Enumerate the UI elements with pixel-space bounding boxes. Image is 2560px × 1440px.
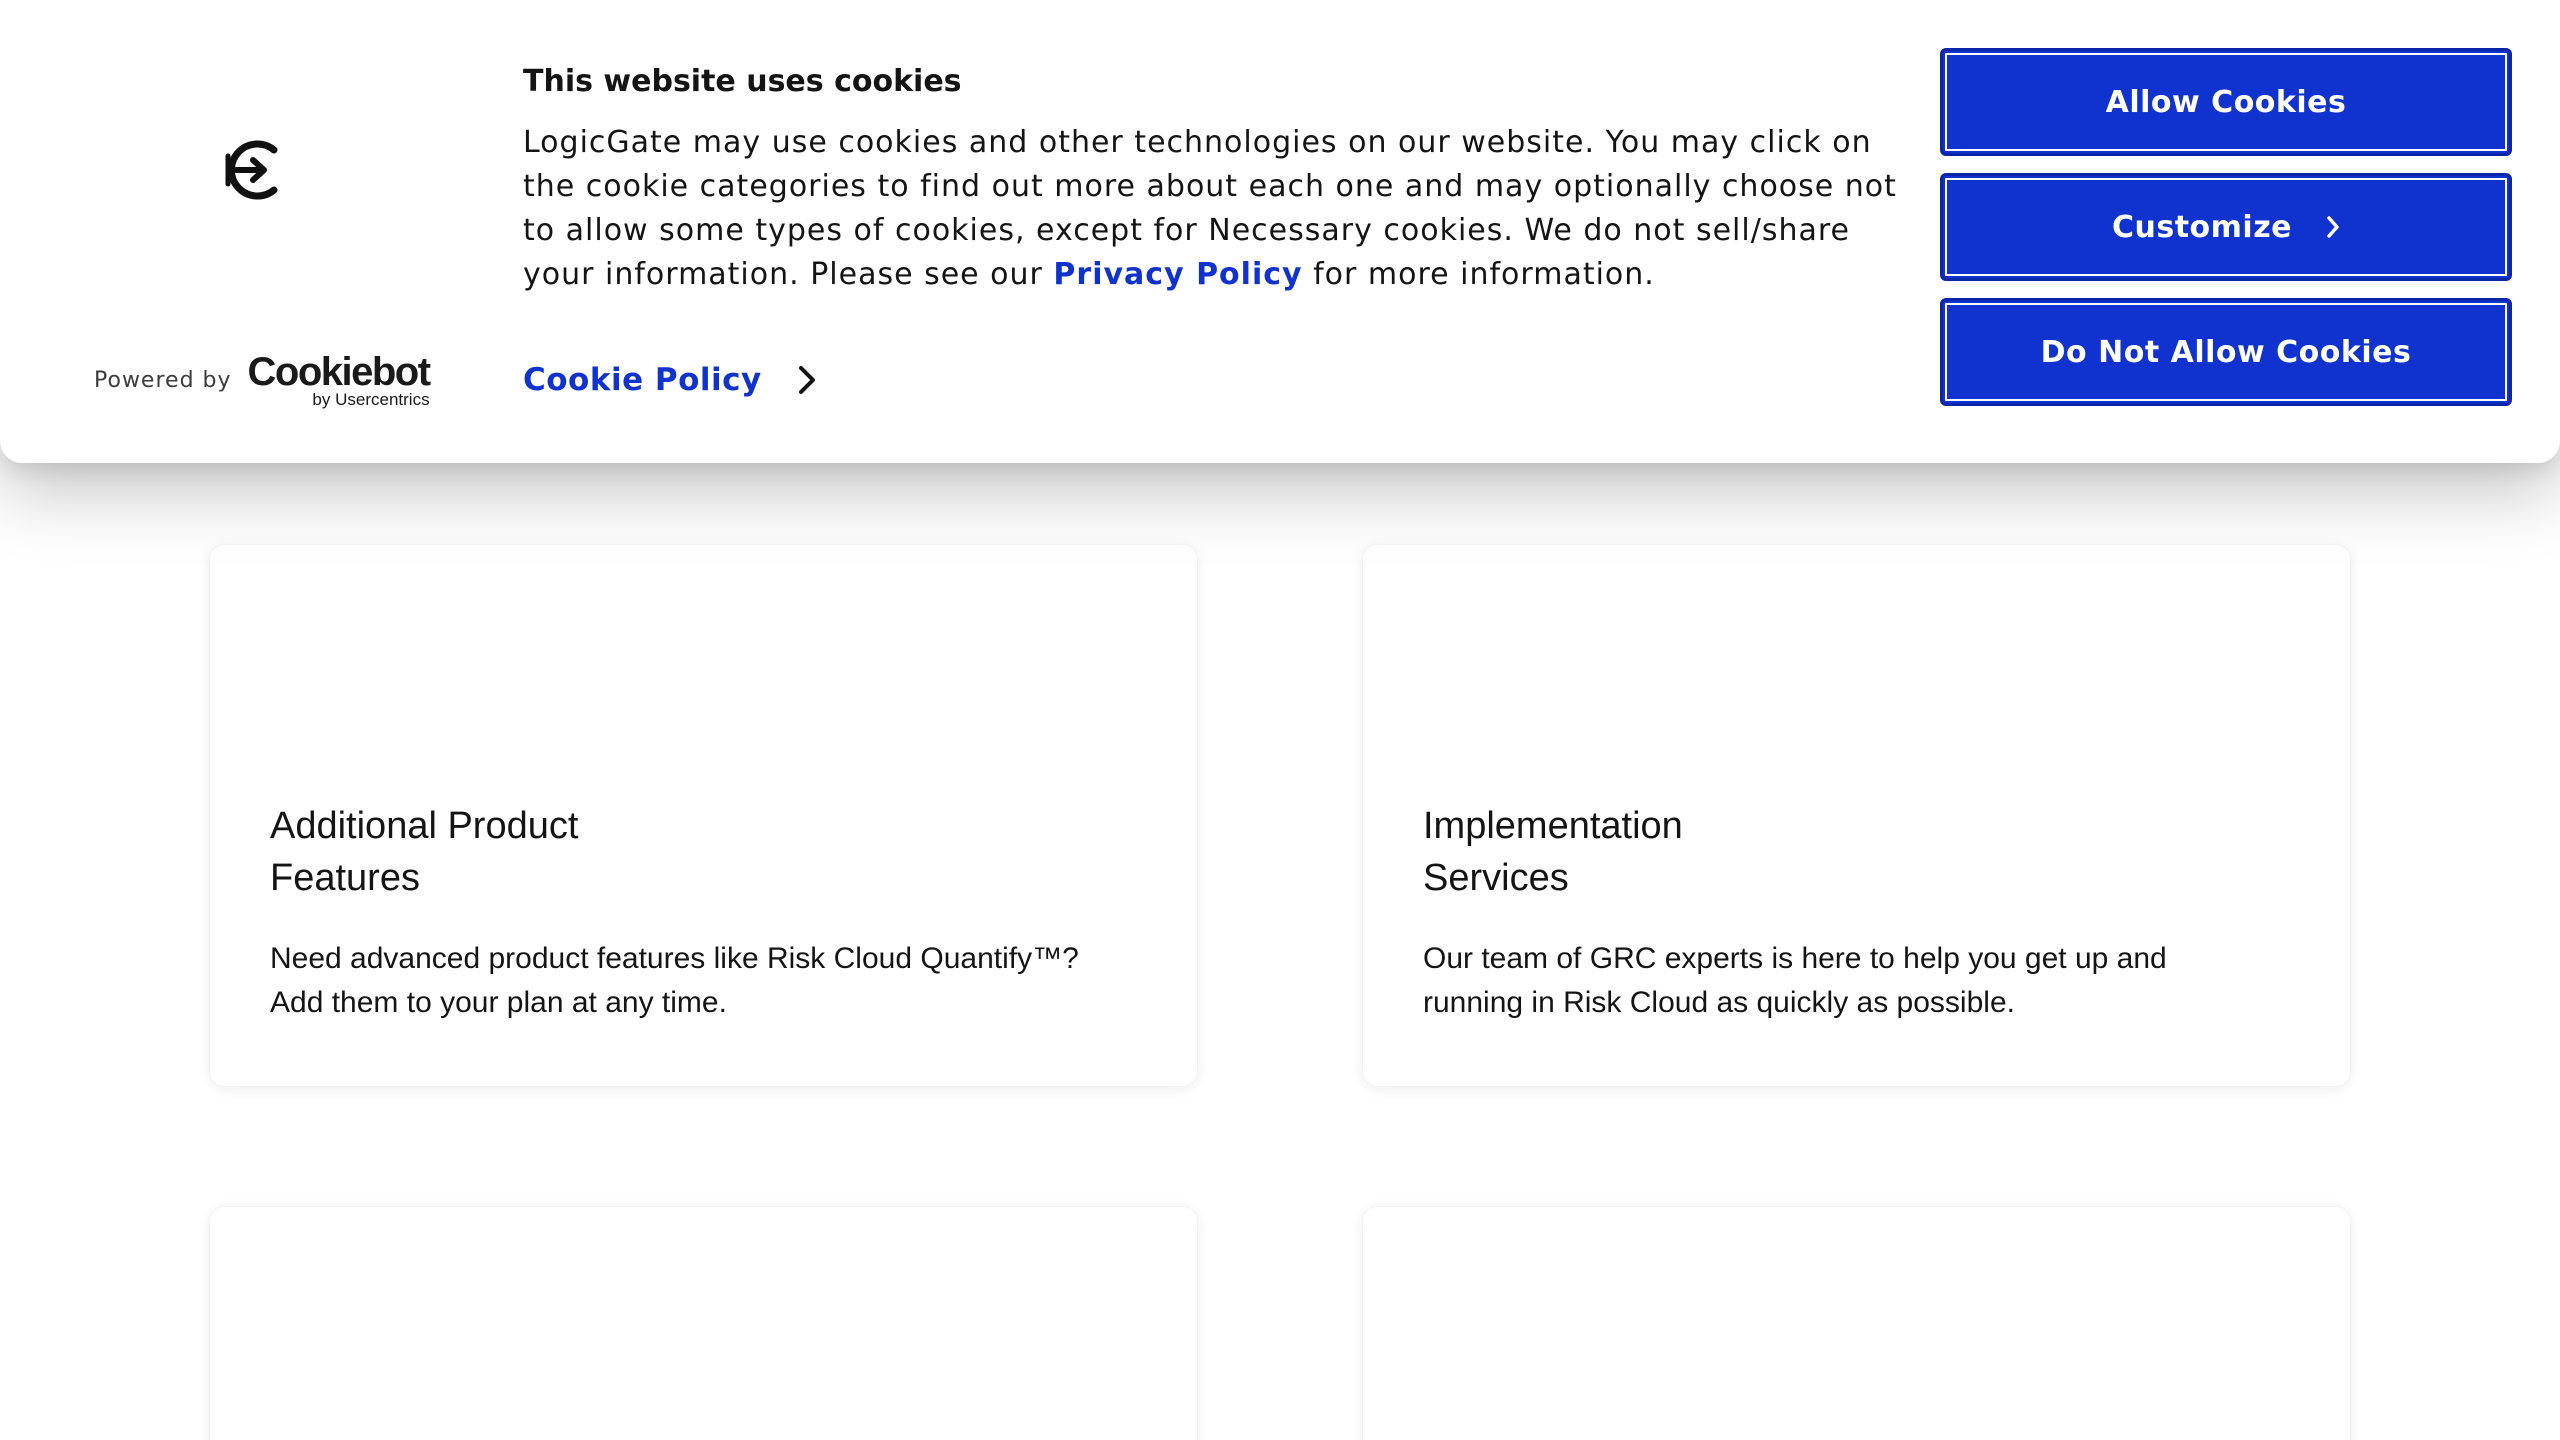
banner-title: This website uses cookies — [523, 64, 962, 99]
card-title: Additional Product Features — [270, 805, 579, 899]
customize-label: Customize — [2111, 209, 2293, 245]
card-placeholder[interactable] — [210, 1207, 1197, 1440]
powered-by-cookiebot[interactable]: Powered by Cookiebot by Usercentrics — [94, 350, 432, 409]
card-title: Implementation Services — [1423, 805, 1683, 899]
cookiebot-wordmark: Cookiebot — [247, 350, 432, 394]
cookiebot-logo-icon: Cookiebot by Usercentrics — [247, 350, 432, 409]
banner-description: LogicGate may use cookies and other tech… — [523, 121, 1903, 297]
logicgate-logo-icon — [222, 136, 292, 204]
allow-cookies-label: Allow Cookies — [2105, 84, 2347, 120]
card-additional-product-features[interactable]: Additional Product Features Need advance… — [210, 545, 1197, 1086]
do-not-allow-label: Do Not Allow Cookies — [2040, 334, 2412, 370]
card-description: Need advanced product features like Risk… — [270, 942, 1079, 1019]
allow-cookies-button[interactable]: Allow Cookies — [1940, 48, 2512, 156]
customize-button[interactable]: Customize — [1940, 173, 2512, 281]
chevron-right-icon — [798, 366, 815, 394]
card-placeholder[interactable] — [1363, 1207, 2350, 1440]
do-not-allow-cookies-button[interactable]: Do Not Allow Cookies — [1940, 298, 2512, 406]
privacy-policy-link[interactable]: Privacy Policy — [1053, 257, 1302, 292]
description-text-end: for more information. — [1302, 257, 1655, 292]
powered-by-label: Powered by — [94, 368, 232, 393]
cookie-policy-link[interactable]: Cookie Policy — [523, 362, 816, 398]
cookie-policy-label: Cookie Policy — [523, 362, 762, 398]
card-implementation-services[interactable]: Implementation Services Our team of GRC … — [1363, 545, 2350, 1086]
cookie-consent-banner: Powered by Cookiebot by Usercentrics Thi… — [0, 0, 2560, 463]
chevron-right-icon — [2326, 215, 2340, 239]
cookiebot-byline: by Usercentrics — [312, 390, 430, 409]
card-description: Our team of GRC experts is here to help … — [1423, 942, 2167, 1019]
